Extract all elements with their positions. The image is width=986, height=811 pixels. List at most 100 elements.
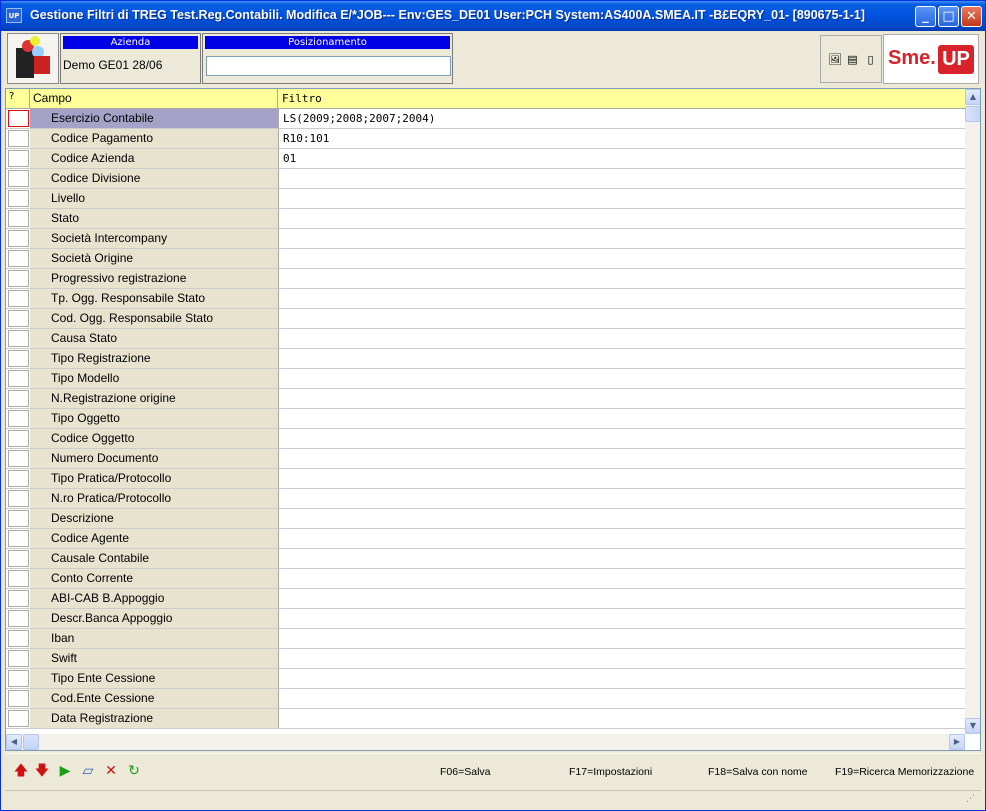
row-select-cell[interactable]	[8, 570, 29, 587]
image-icon[interactable]: 🖼	[828, 53, 842, 67]
row-select-cell[interactable]	[8, 590, 29, 607]
filtro-cell[interactable]: LS(2009;2008;2007;2004)	[279, 109, 965, 128]
row-select-cell[interactable]	[8, 710, 29, 727]
row-select-cell[interactable]	[8, 630, 29, 647]
filtro-cell[interactable]	[279, 329, 965, 348]
table-row[interactable]: N.Registrazione origine	[6, 389, 965, 409]
horizontal-scroll-thumb[interactable]	[23, 734, 39, 750]
page-icon[interactable]: ▯	[864, 53, 877, 67]
filtro-cell[interactable]	[279, 609, 965, 628]
filtro-cell[interactable]	[279, 589, 965, 608]
row-select-cell[interactable]	[8, 490, 29, 507]
eraser-icon[interactable]: ▱	[80, 763, 96, 779]
row-select-cell[interactable]	[8, 110, 29, 127]
row-select-cell[interactable]	[8, 230, 29, 247]
scroll-left-icon[interactable]: ◀	[6, 734, 22, 750]
vertical-scrollbar[interactable]: ▲ ▼	[965, 89, 980, 734]
document-icon[interactable]: ▤	[846, 53, 859, 67]
filtro-cell[interactable]	[279, 649, 965, 668]
table-row[interactable]: Tipo Ente Cessione	[6, 669, 965, 689]
row-select-cell[interactable]	[8, 610, 29, 627]
f19-search-button[interactable]: F19=Ricerca Memorizzazione	[835, 766, 974, 778]
scroll-up-icon[interactable]: ▲	[965, 89, 980, 105]
row-select-cell[interactable]	[8, 190, 29, 207]
vertical-scroll-thumb[interactable]	[965, 106, 980, 122]
maximize-button[interactable]: □	[938, 6, 959, 27]
filtro-cell[interactable]	[279, 669, 965, 688]
table-row[interactable]: Conto Corrente	[6, 569, 965, 589]
filtro-cell[interactable]	[279, 469, 965, 488]
table-row[interactable]: N.ro Pratica/Protocollo	[6, 489, 965, 509]
row-select-cell[interactable]	[8, 690, 29, 707]
filtro-cell[interactable]	[279, 269, 965, 288]
table-row[interactable]: Cod.Ente Cessione	[6, 689, 965, 709]
table-row[interactable]: Tipo Modello	[6, 369, 965, 389]
row-select-cell[interactable]	[8, 350, 29, 367]
row-select-cell[interactable]	[8, 170, 29, 187]
filtro-cell[interactable]	[279, 689, 965, 708]
row-select-cell[interactable]	[8, 550, 29, 567]
column-header-campo[interactable]: Campo	[30, 89, 278, 108]
filtro-cell[interactable]	[279, 489, 965, 508]
row-select-cell[interactable]	[8, 330, 29, 347]
table-row[interactable]: Esercizio Contabile LS(2009;2008;2007;200…	[6, 109, 965, 129]
posizionamento-input[interactable]	[206, 56, 451, 76]
table-row[interactable]: Codice Agente	[6, 529, 965, 549]
table-row[interactable]: Causale Contabile	[6, 549, 965, 569]
table-row[interactable]: Data Registrazione	[6, 709, 965, 729]
row-select-cell[interactable]	[8, 250, 29, 267]
f06-save-button[interactable]: F06=Salva	[440, 766, 491, 778]
row-select-cell[interactable]	[8, 390, 29, 407]
filtro-cell[interactable]	[279, 229, 965, 248]
row-select-cell[interactable]	[8, 290, 29, 307]
table-row[interactable]: Progressivo registrazione	[6, 269, 965, 289]
table-row[interactable]: Livello	[6, 189, 965, 209]
row-select-cell[interactable]	[8, 150, 29, 167]
filtro-cell[interactable]	[279, 389, 965, 408]
row-select-cell[interactable]	[8, 650, 29, 667]
table-row[interactable]: Causa Stato	[6, 329, 965, 349]
filtro-cell[interactable]	[279, 169, 965, 188]
row-select-cell[interactable]	[8, 410, 29, 427]
filtro-cell[interactable]: R10:101	[279, 129, 965, 148]
play-icon[interactable]: ▶	[57, 763, 73, 779]
filtro-cell[interactable]	[279, 709, 965, 728]
minimize-button[interactable]: _	[915, 6, 936, 27]
table-row[interactable]: Codice Azienda 01	[6, 149, 965, 169]
row-select-cell[interactable]	[8, 450, 29, 467]
table-row[interactable]: Stato	[6, 209, 965, 229]
filtro-cell[interactable]	[279, 289, 965, 308]
f18-save-as-button[interactable]: F18=Salva con nome	[708, 766, 808, 778]
filtro-cell[interactable]	[279, 369, 965, 388]
title-bar[interactable]: UP Gestione Filtri di TREG Test.Reg.Cont…	[1, 1, 985, 31]
row-select-cell[interactable]	[8, 130, 29, 147]
scroll-down-icon[interactable]: ▼	[965, 718, 980, 734]
row-select-cell[interactable]	[8, 670, 29, 687]
filtro-cell[interactable]	[279, 569, 965, 588]
table-row[interactable]: Swift	[6, 649, 965, 669]
filtro-cell[interactable]	[279, 249, 965, 268]
table-row[interactable]: Tipo Oggetto	[6, 409, 965, 429]
column-header-q[interactable]: ?	[6, 89, 30, 108]
row-select-cell[interactable]	[8, 510, 29, 527]
app-logo-icon[interactable]	[7, 33, 59, 84]
filtro-cell[interactable]	[279, 409, 965, 428]
filtro-cell[interactable]	[279, 509, 965, 528]
table-row[interactable]: Codice Divisione	[6, 169, 965, 189]
table-row[interactable]: Codice Pagamento R10:101	[6, 129, 965, 149]
table-row[interactable]: Tipo Registrazione	[6, 349, 965, 369]
table-row[interactable]: Tipo Pratica/Protocollo	[6, 469, 965, 489]
filtro-cell[interactable]	[279, 629, 965, 648]
scroll-right-icon[interactable]: ▶	[949, 734, 965, 750]
refresh-icon[interactable]: ↻	[126, 763, 142, 779]
filtro-cell[interactable]	[279, 189, 965, 208]
table-row[interactable]: Descr.Banca Appoggio	[6, 609, 965, 629]
row-select-cell[interactable]	[8, 370, 29, 387]
row-select-cell[interactable]	[8, 470, 29, 487]
row-select-cell[interactable]	[8, 270, 29, 287]
table-row[interactable]: Società Intercompany	[6, 229, 965, 249]
filtro-cell[interactable]: 01	[279, 149, 965, 168]
arrow-down-icon[interactable]: 🡇	[34, 763, 50, 779]
horizontal-scrollbar[interactable]: ◀ ▶	[6, 734, 965, 750]
table-row[interactable]: Iban	[6, 629, 965, 649]
